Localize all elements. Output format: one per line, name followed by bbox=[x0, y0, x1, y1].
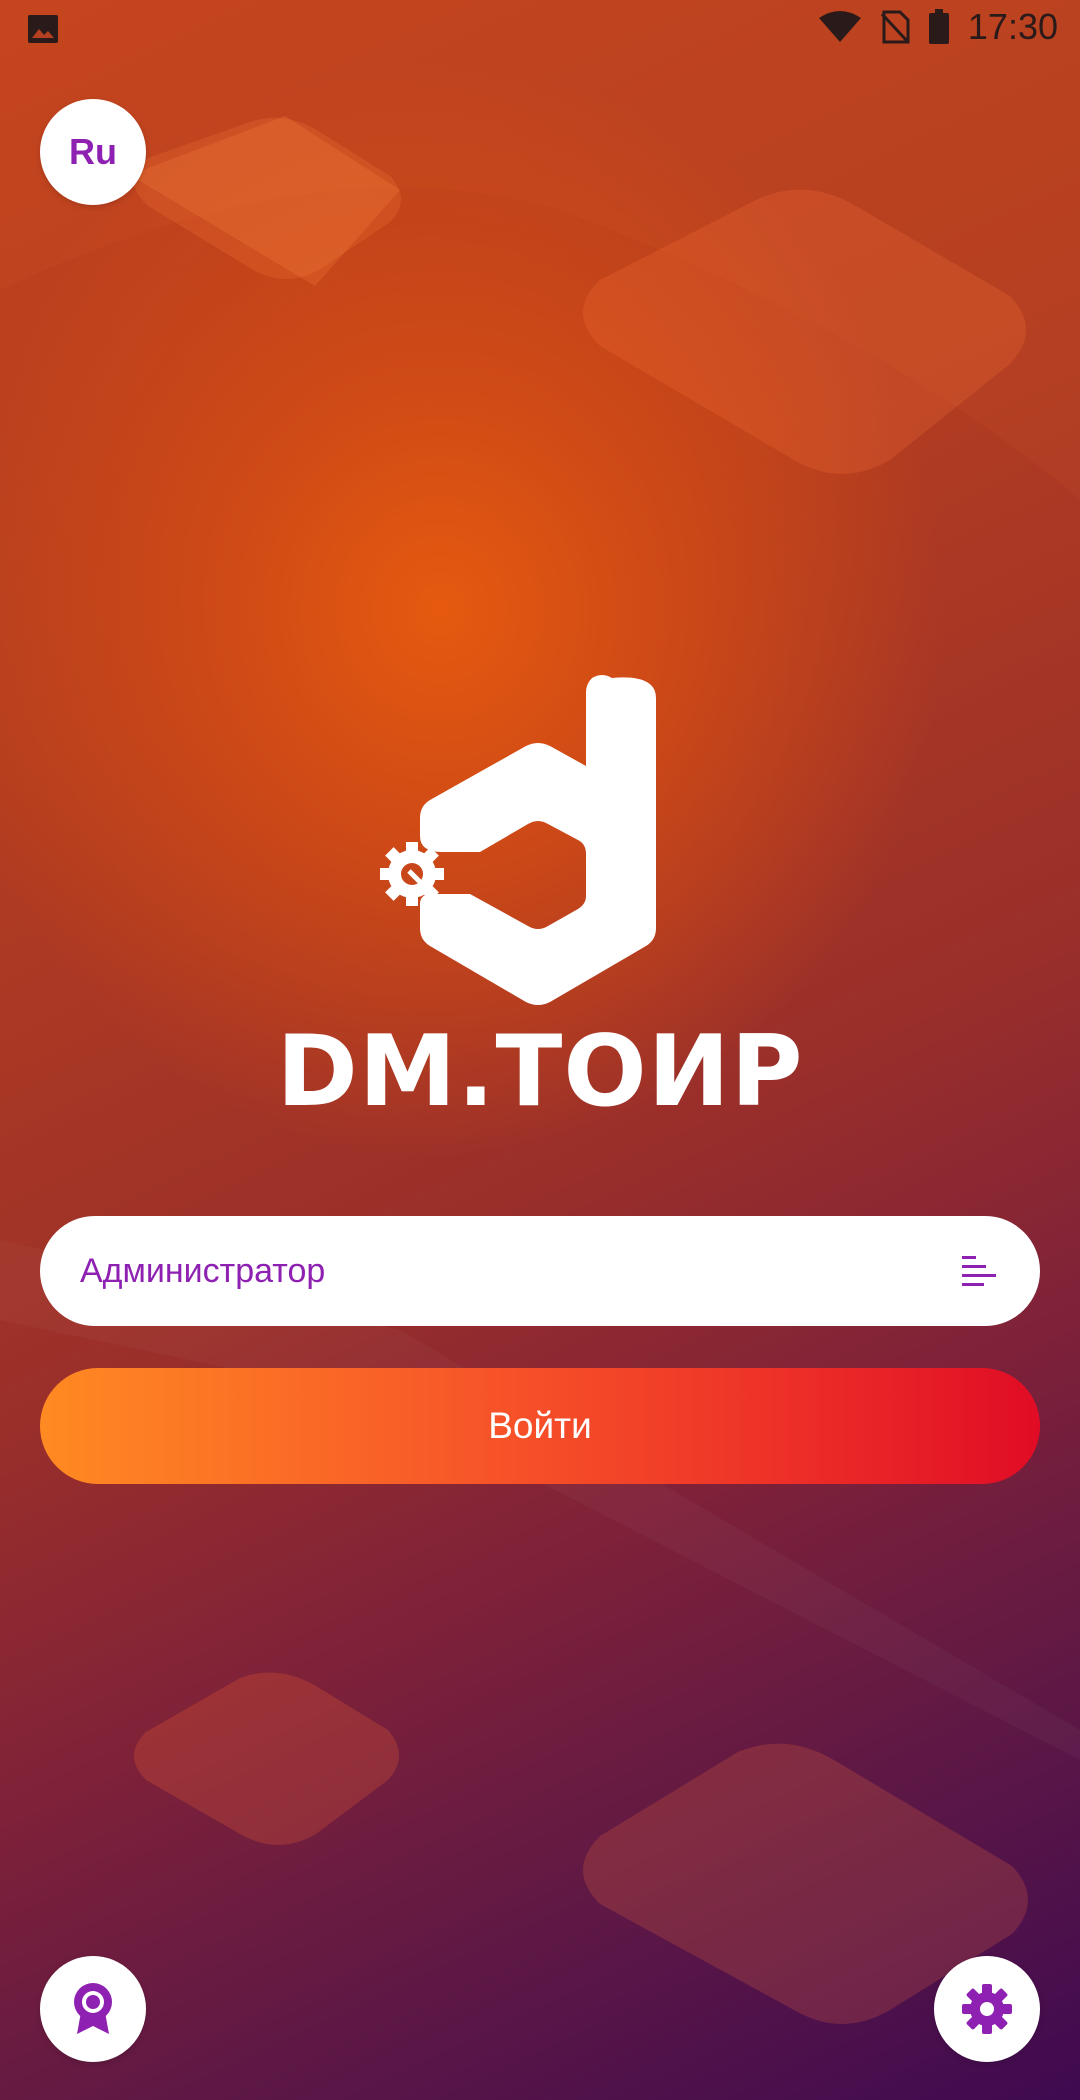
gear-icon bbox=[962, 1984, 1012, 2034]
login-button-label: Войти bbox=[488, 1405, 592, 1446]
list-icon bbox=[962, 1256, 996, 1286]
status-icons: 17:30 bbox=[818, 6, 1058, 48]
settings-button[interactable] bbox=[934, 1956, 1040, 2062]
clock: 17:30 bbox=[967, 6, 1058, 47]
badge-button[interactable] bbox=[40, 1956, 146, 2062]
language-label: Ru bbox=[69, 131, 117, 172]
no-sim-icon bbox=[880, 10, 910, 44]
wifi-icon bbox=[818, 11, 861, 42]
image-icon bbox=[26, 12, 60, 50]
brand-title: DM.ТОИР bbox=[276, 1015, 804, 1129]
app-logo-icon bbox=[380, 675, 656, 1005]
language-button[interactable]: Ru bbox=[40, 99, 146, 205]
user-select[interactable]: Администратор bbox=[40, 1216, 1040, 1326]
battery-icon bbox=[928, 9, 949, 44]
badge-icon bbox=[74, 1983, 112, 2034]
user-select-value: Администратор bbox=[80, 1251, 326, 1290]
status-bar: 17:30 bbox=[0, 0, 1080, 62]
login-button[interactable]: Войти bbox=[40, 1368, 1040, 1484]
